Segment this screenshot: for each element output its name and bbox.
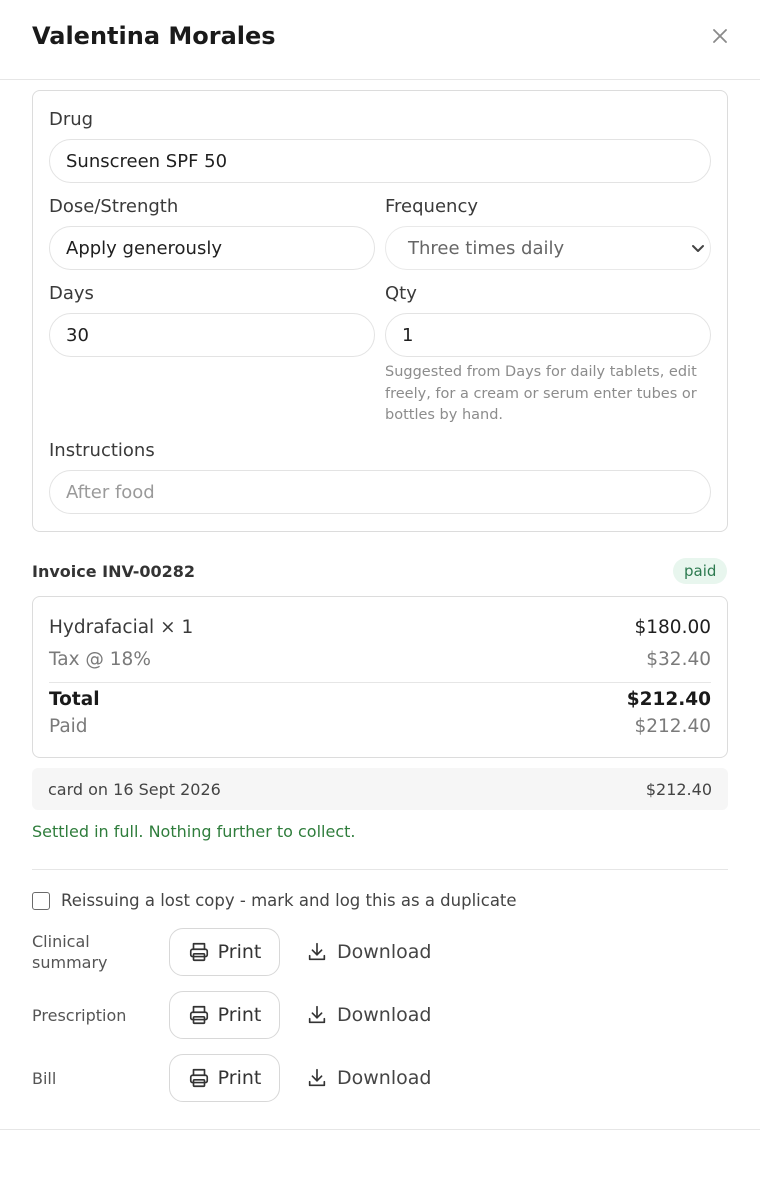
qty-label: Qty [385,283,417,304]
instructions-input[interactable] [49,470,711,514]
bill-label: Bill [32,1069,57,1088]
line-item-amount: $180.00 [634,617,711,638]
payment-method: card on 16 Sept 2026 [48,779,221,799]
prescription-doc-label: Prescription [32,1006,127,1025]
duplicate-checkbox[interactable] [32,891,50,910]
paid-label: Paid [49,716,88,737]
clinical-summary-label: Clinical summary [32,931,152,973]
qty-input[interactable] [385,313,711,357]
patient-name: Valentina Morales [32,22,276,50]
printer-icon [189,1005,208,1025]
bill-print-button[interactable]: Print [169,1054,280,1102]
tax-amount: $32.40 [646,649,711,670]
clinical-summary-download-button[interactable]: Download [306,928,431,976]
download-label: Download [337,1004,432,1026]
frequency-value: Three times daily [408,237,565,259]
tax-row: Tax @ 18% $32.40 [49,649,711,670]
invoice-card: Hydrafacial × 1 $180.00 Tax @ 18% $32.40… [32,596,728,758]
qty-hint: Suggested from Days for daily tablets, e… [385,362,715,427]
drug-input[interactable] [49,139,711,183]
section-divider [32,869,728,870]
line-item-label: Hydrafacial × 1 [49,617,194,638]
chevron-down-icon [692,245,704,252]
instructions-label: Instructions [49,440,155,461]
modal-header: Valentina Morales [0,0,760,80]
duplicate-checkbox-row[interactable]: Reissuing a lost copy - mark and log thi… [32,891,517,910]
frequency-label: Frequency [385,196,478,217]
paid-amount: $212.40 [634,716,711,737]
download-icon [308,942,326,961]
print-label: Print [217,1004,262,1026]
total-label: Total [49,689,100,710]
clinical-summary-line: Clinical [32,932,90,951]
prescription-card: Drug Dose/Strength Frequency Three times… [32,90,728,532]
footer-divider [0,1129,760,1130]
frequency-select[interactable]: Three times daily [385,226,711,270]
clinical-summary-line: summary [32,953,108,972]
invoice-title: Invoice INV-00282 [32,562,196,581]
tax-label: Tax @ 18% [49,649,151,670]
duplicate-label: Reissuing a lost copy - mark and log thi… [61,891,517,910]
settled-message: Settled in full. Nothing further to coll… [32,822,356,841]
qty-hint-line: Suggested from Days for daily tablets, e… [385,364,697,380]
prescription-print-button[interactable]: Print [169,991,280,1039]
days-input[interactable] [49,313,375,357]
download-label: Download [337,1067,432,1089]
dose-label: Dose/Strength [49,196,179,217]
prescription-download-button[interactable]: Download [306,991,431,1039]
dose-input[interactable] [49,226,375,270]
total-row: Total $212.40 [49,689,711,710]
payment-amount: $212.40 [645,779,712,799]
invoice-divider [49,682,711,683]
qty-hint-line: bottles by hand. [385,407,504,423]
drug-label: Drug [49,109,94,130]
clinical-summary-print-button[interactable]: Print [169,928,280,976]
payment-row: card on 16 Sept 2026 $212.40 [32,768,728,810]
close-button[interactable] [706,22,734,50]
bill-download-button[interactable]: Download [306,1054,431,1102]
download-icon [308,1068,326,1087]
paid-row: Paid $212.40 [49,716,711,737]
printer-icon [189,942,208,962]
download-icon [308,1005,326,1024]
download-label: Download [337,941,432,963]
printer-icon [189,1068,208,1088]
print-label: Print [217,941,262,963]
print-label: Print [217,1067,262,1089]
qty-hint-line: freely, for a cream or serum enter tubes… [385,385,697,402]
close-icon [713,29,727,43]
line-item-row: Hydrafacial × 1 $180.00 [49,617,711,638]
days-label: Days [49,283,94,304]
status-badge: paid [673,558,728,584]
total-amount: $212.40 [626,689,711,710]
